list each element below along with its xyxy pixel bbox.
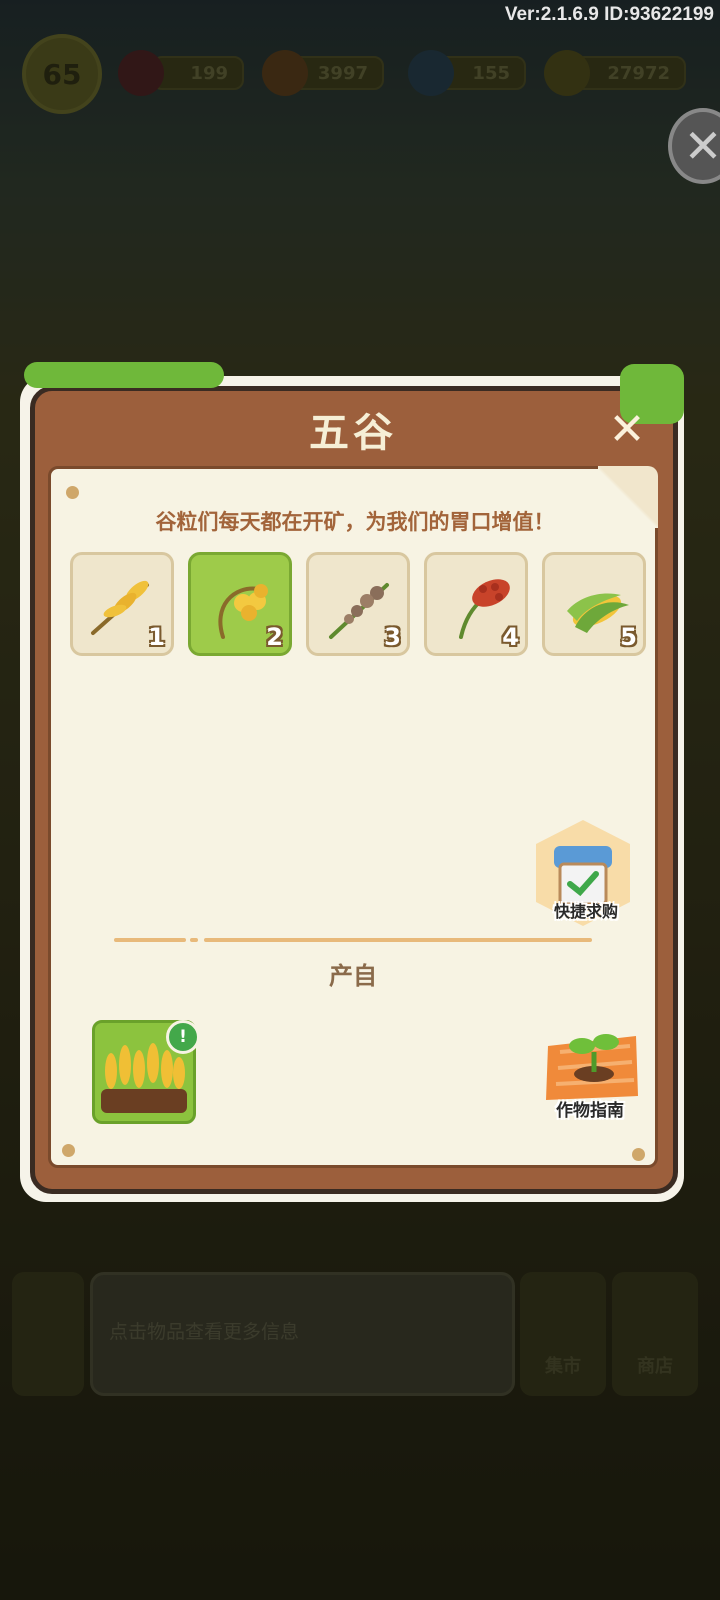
panel-title: 五谷	[309, 410, 397, 456]
divider-line	[114, 938, 186, 942]
pin-dot	[632, 1148, 645, 1161]
grain-slot-3[interactable]: 3	[306, 552, 410, 656]
grain-slot-number: 4	[502, 623, 519, 651]
crop-guide-label[interactable]: 作物指南	[534, 1096, 646, 1121]
close-button[interactable]: ✕	[604, 403, 650, 455]
grain-slot-number: 5	[620, 623, 637, 651]
grain-slot-1[interactable]: 1	[70, 552, 174, 656]
quick-buy-label[interactable]: 快捷求购	[534, 898, 638, 922]
pin-dot	[62, 1144, 75, 1157]
divider-dot	[190, 938, 198, 942]
alert-badge-icon: !	[166, 1020, 200, 1054]
close-icon: ✕	[608, 403, 646, 455]
grain-slot-number: 2	[266, 623, 283, 651]
vine-decoration-left	[24, 362, 224, 388]
produce-heading: 产自	[329, 962, 377, 990]
grain-slot-number: 3	[384, 623, 401, 651]
grain-slot-5[interactable]: 5	[542, 552, 646, 656]
grain-slot-number: 1	[148, 623, 165, 651]
pin-dot	[66, 486, 79, 499]
panel-description: 谷粒们每天都在开矿，为我们的胃口增值！	[155, 510, 555, 534]
divider-line	[204, 938, 592, 942]
grain-slot-2[interactable]: 2	[188, 552, 292, 656]
version-label: Ver:2.1.6.9 ID:93622199	[504, 4, 714, 25]
grain-slot-4[interactable]: 4	[424, 552, 528, 656]
